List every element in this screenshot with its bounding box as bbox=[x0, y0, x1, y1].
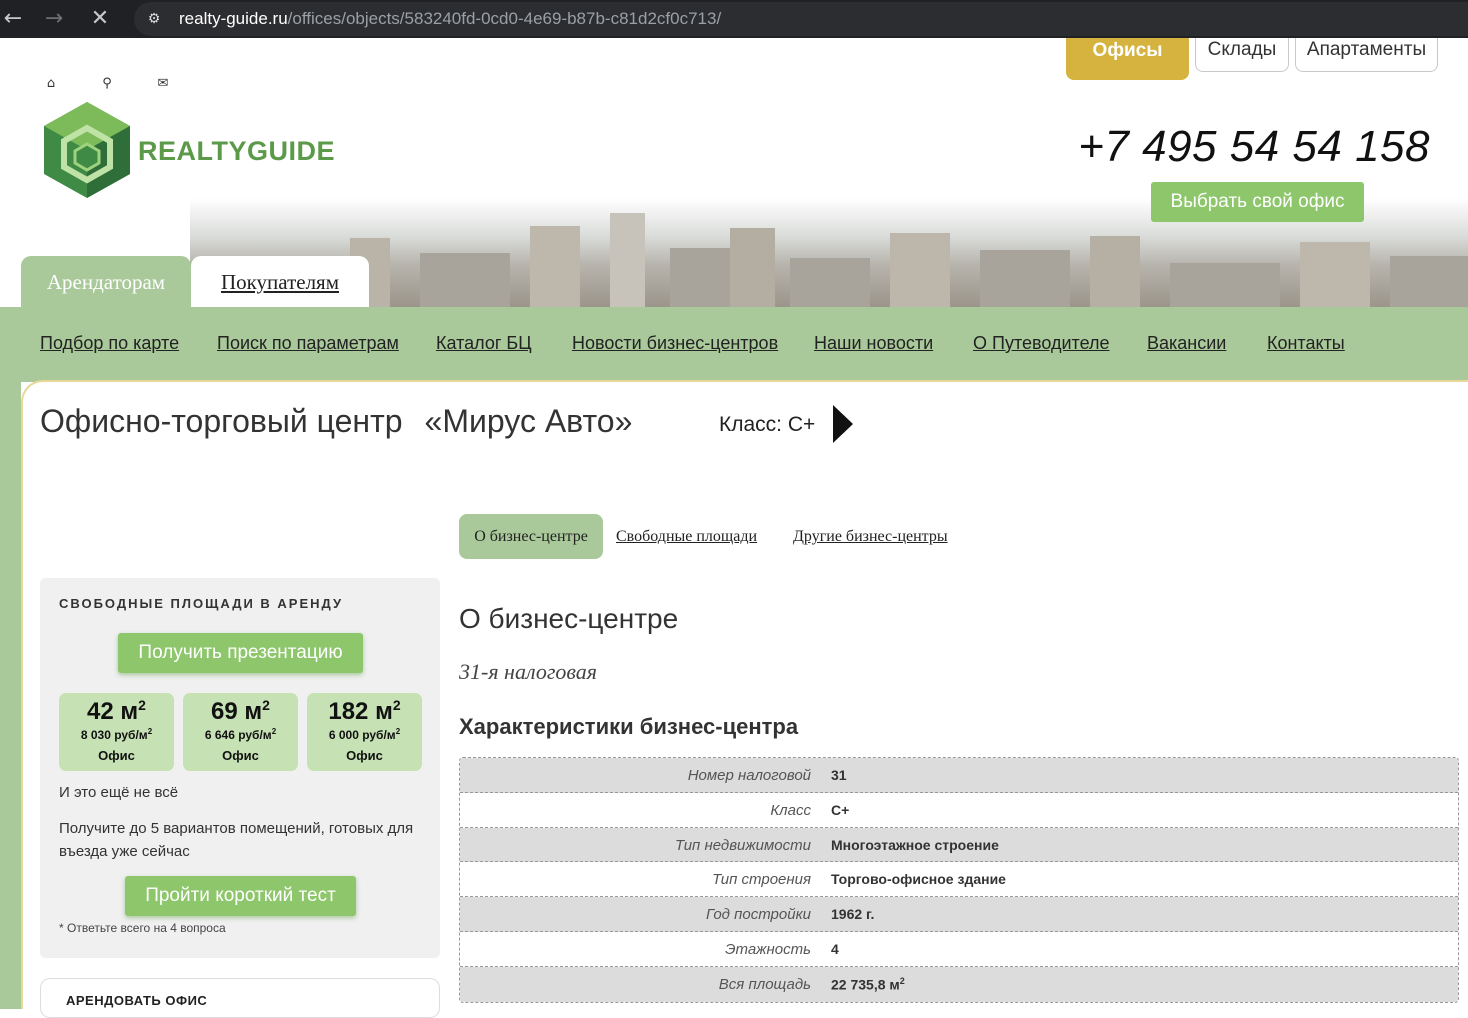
logo-text: REALTYGUIDE bbox=[138, 136, 336, 166]
menu-item-map[interactable]: Подбор по карте bbox=[40, 333, 179, 354]
area-price: 6 000 руб/м2 bbox=[328, 727, 401, 742]
url-path: /offices/objects/583240fd-0cd0-4e69-b87b… bbox=[287, 9, 722, 28]
row-value: Многоэтажное строение bbox=[831, 836, 999, 853]
logo-cube-icon bbox=[44, 102, 130, 198]
building-class: Класс: С+ bbox=[719, 413, 816, 436]
characteristics-table: Номер налоговой 31 Класс С+ Тип недвижим… bbox=[459, 757, 1459, 1003]
site-header: ⌂ ⚲ ✉ REALTYGUIDE Офисы Склады Апартамен… bbox=[0, 38, 1468, 308]
back-icon[interactable]: ← bbox=[0, 6, 26, 32]
offer-text: Получите до 5 вариантов помещений, готов… bbox=[59, 820, 414, 860]
mail-icon[interactable]: ✉ bbox=[154, 76, 172, 94]
area-type: Офис bbox=[98, 748, 135, 763]
row-label: Тип недвижимости bbox=[675, 836, 811, 854]
free-spaces-widget: СВОБОДНЫЕ ПЛОЩАДИ В АРЕНДУ Получить през… bbox=[40, 578, 440, 958]
row-label: Класс bbox=[770, 801, 811, 819]
tab-about-bc[interactable]: О бизнес-центре bbox=[459, 514, 603, 559]
building-type: Офисно-торговый центр bbox=[40, 403, 403, 439]
area-size: 182 м2 bbox=[328, 697, 401, 725]
table-row: Номер налоговой 31 bbox=[460, 758, 1458, 793]
menu-item-bc-news[interactable]: Новости бизнес-центров bbox=[572, 333, 778, 354]
area-card[interactable]: 182 м2 6 000 руб/м2 Офис bbox=[307, 693, 422, 771]
stop-loading-icon[interactable]: ✕ bbox=[87, 6, 113, 32]
site-info-icon[interactable]: ⚙ bbox=[144, 9, 164, 29]
table-row: Год постройки 1962 г. bbox=[460, 897, 1458, 932]
row-value: 31 bbox=[831, 767, 847, 783]
widget-title: СВОБОДНЫЕ ПЛОЩАДИ В АРЕНДУ bbox=[59, 596, 344, 611]
menu-item-contacts[interactable]: Контакты bbox=[1267, 333, 1345, 354]
menu-item-search[interactable]: Поиск по параметрам bbox=[217, 333, 399, 354]
row-label: Этажность bbox=[725, 940, 811, 958]
row-value: 4 bbox=[831, 940, 839, 957]
get-presentation-button[interactable]: Получить презентацию bbox=[118, 633, 363, 673]
site-logo[interactable]: REALTYGUIDE bbox=[42, 100, 342, 200]
short-test-button[interactable]: Пройти короткий тест bbox=[125, 876, 356, 916]
characteristics-title: Характеристики бизнес-центра bbox=[459, 714, 799, 739]
row-label: Вся площадь bbox=[718, 975, 811, 993]
tab-buyers[interactable]: Покупателям bbox=[191, 256, 369, 308]
forward-icon[interactable]: → bbox=[41, 6, 67, 32]
choose-office-button[interactable]: Выбрать свой офис bbox=[1151, 182, 1364, 222]
row-value: С+ bbox=[831, 801, 850, 818]
table-row: Вся площадь 22 735,8 м2 bbox=[460, 966, 1458, 1002]
tax-district: 31-я налоговая bbox=[459, 659, 598, 684]
rent-office-widget: АРЕНДОВАТЬ ОФИС bbox=[40, 978, 440, 1018]
area-card[interactable]: 69 м2 6 646 руб/м2 Офис bbox=[183, 693, 298, 771]
area-size: 69 м2 bbox=[211, 697, 270, 725]
table-row: Класс С+ bbox=[460, 792, 1458, 828]
search-icon[interactable]: ⚲ bbox=[98, 76, 116, 94]
url-text[interactable]: realty-guide.ru/offices/objects/583240fd… bbox=[179, 9, 721, 29]
menu-item-about[interactable]: О Путеводителе bbox=[973, 333, 1110, 354]
class-arrow-icon[interactable] bbox=[833, 405, 853, 443]
menu-item-catalog[interactable]: Каталог БЦ bbox=[436, 333, 532, 354]
main-menu: Подбор по карте Поиск по параметрам Ката… bbox=[0, 307, 1468, 382]
tab-free-spaces[interactable]: Свободные площади bbox=[616, 514, 757, 559]
area-type: Офис bbox=[346, 748, 383, 763]
row-value: 1962 г. bbox=[831, 906, 875, 923]
tab-other-bc[interactable]: Другие бизнес-центры bbox=[793, 514, 948, 559]
home-icon[interactable]: ⌂ bbox=[42, 76, 60, 94]
page-title: Офисно-торговый центр «Мирус Авто» bbox=[40, 403, 632, 440]
more-text: И это ещё не всё bbox=[59, 784, 179, 801]
area-type: Офис bbox=[222, 748, 259, 763]
test-note: * Ответьте всего на 4 вопроса bbox=[59, 921, 226, 935]
left-green-strip bbox=[0, 382, 21, 1009]
table-row: Тип строения Торгово-офисное здание bbox=[460, 862, 1458, 898]
address-bar[interactable]: ⚙ realty-guide.ru/offices/objects/583240… bbox=[134, 2, 1468, 36]
area-price: 8 030 руб/м2 bbox=[80, 727, 153, 742]
area-card[interactable]: 42 м2 8 030 руб/м2 Офис bbox=[59, 693, 174, 771]
rent-office-title: АРЕНДОВАТЬ ОФИС bbox=[66, 993, 208, 1008]
tab-apartments[interactable]: Апартаменты bbox=[1295, 38, 1438, 72]
area-price: 6 646 руб/м2 bbox=[204, 727, 277, 742]
row-label: Тип строения bbox=[712, 871, 811, 889]
row-label: Год постройки bbox=[706, 906, 811, 924]
url-host: realty-guide.ru bbox=[179, 9, 288, 28]
tab-tenants[interactable]: Арендаторам bbox=[21, 256, 191, 308]
building-name: «Мирус Авто» bbox=[424, 403, 633, 439]
row-label: Номер налоговой bbox=[687, 767, 811, 784]
row-value: Торгово-офисное здание bbox=[831, 871, 1006, 888]
menu-item-vacancies[interactable]: Вакансии bbox=[1147, 333, 1226, 354]
table-row: Этажность 4 bbox=[460, 931, 1458, 967]
browser-toolbar: ← → ✕ ⚙ realty-guide.ru/offices/objects/… bbox=[0, 0, 1468, 38]
tab-warehouses[interactable]: Склады bbox=[1195, 38, 1289, 72]
table-row: Тип недвижимости Многоэтажное строение bbox=[460, 827, 1458, 863]
menu-item-our-news[interactable]: Наши новости bbox=[814, 333, 933, 354]
section-title: О бизнес-центре bbox=[459, 603, 679, 634]
area-size: 42 м2 bbox=[87, 697, 146, 725]
row-value: 22 735,8 м2 bbox=[831, 975, 905, 993]
phone-number[interactable]: +7 495 54 54 158 bbox=[1078, 122, 1430, 172]
tab-offices[interactable]: Офисы bbox=[1066, 38, 1189, 80]
